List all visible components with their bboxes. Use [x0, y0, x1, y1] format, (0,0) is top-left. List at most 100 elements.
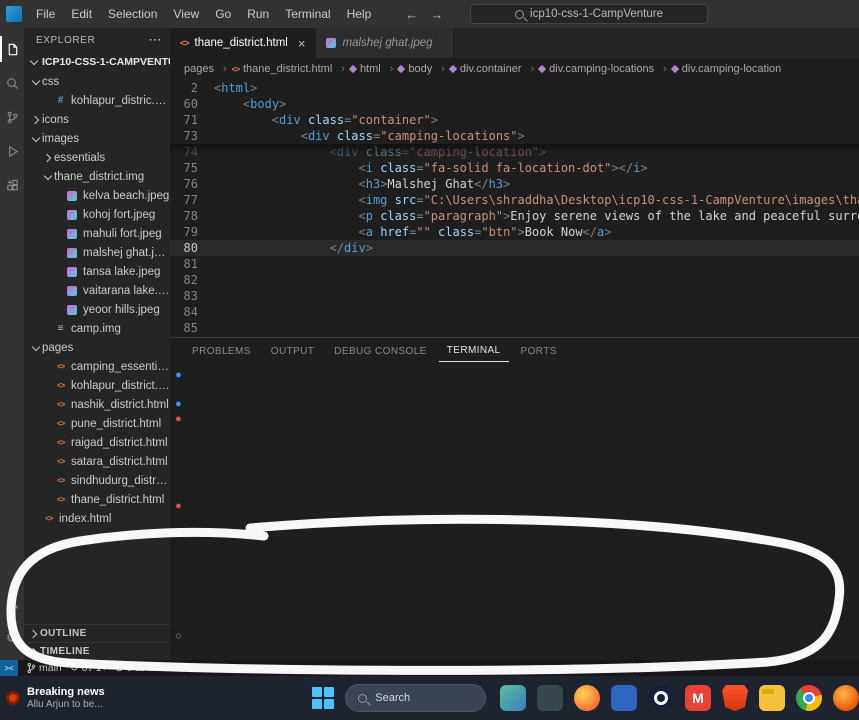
editor-tab[interactable]: thane_district.html ×	[170, 28, 316, 58]
search-sidebar-icon[interactable]	[0, 66, 24, 100]
sidebar-section-header[interactable]: TIMELINE	[24, 642, 170, 660]
tree-item[interactable]: icons	[24, 110, 170, 129]
tree-item[interactable]: thane_district.img	[24, 167, 170, 186]
tree-item[interactable]: images	[24, 129, 170, 148]
panel-tab[interactable]: TERMINAL	[439, 340, 509, 362]
problems-status[interactable]: ⊘ 0 ⚠ 0	[115, 662, 154, 674]
tree-item[interactable]: tansa lake.jpeg	[24, 262, 170, 281]
taskbar-app-icon[interactable]	[500, 685, 526, 711]
taskbar-app-icon[interactable]	[611, 685, 637, 711]
code-line[interactable]: 71 <div class="container">	[170, 112, 859, 128]
tree-item[interactable]: vaitarana lake.jpeg	[24, 281, 170, 300]
code-line[interactable]: 76 <h3>Malshej Ghat</h3>	[170, 176, 859, 192]
code-line[interactable]: 81	[170, 256, 859, 272]
tree-item[interactable]: mahuli fort.jpeg	[24, 224, 170, 243]
code-line[interactable]: 60 <body>	[170, 96, 859, 112]
breadcrumb-item[interactable]: div.container	[450, 63, 539, 75]
taskbar-app-icon[interactable]	[574, 685, 600, 711]
code-line[interactable]: 75 <i class="fa-solid fa-location-dot"><…	[170, 160, 859, 176]
code-line[interactable]: 79 <a href="" class="btn">Book Now</a>	[170, 224, 859, 240]
taskbar-app-icon[interactable]	[722, 685, 748, 711]
breadcrumb-item[interactable]: div.camping-location	[672, 63, 781, 75]
tree-item[interactable]: yeoor hills.jpeg	[24, 300, 170, 319]
editor-tab[interactable]: malshej ghat.jpeg	[316, 28, 453, 58]
tree-item[interactable]: sindhudurg_district...	[24, 471, 170, 490]
breadcrumb-item[interactable]: thane_district.html	[232, 63, 350, 75]
menu-item[interactable]: Run	[239, 0, 277, 28]
tree-item[interactable]: kohlapur_distric.css	[24, 91, 170, 110]
tree-item[interactable]: pages	[24, 338, 170, 357]
tree-item[interactable]: thane_district.html	[24, 490, 170, 509]
tree-item[interactable]: index.html	[24, 509, 170, 528]
source-control-icon[interactable]	[0, 100, 24, 134]
taskbar-app-icon[interactable]	[796, 685, 822, 711]
tree-item[interactable]: raigad_district.html	[24, 433, 170, 452]
menu-item[interactable]: File	[28, 0, 63, 28]
tree-item[interactable]: camp.img	[24, 319, 170, 338]
tab-close-icon[interactable]: ×	[298, 36, 306, 51]
taskbar-search[interactable]: Search	[345, 684, 486, 712]
menu-item[interactable]: Edit	[63, 0, 100, 28]
tree-item[interactable]: malshej ghat.jpeg	[24, 243, 170, 262]
explorer-more-actions-icon[interactable]: ⋯	[148, 32, 162, 48]
tree-item[interactable]: camping_essentials...	[24, 357, 170, 376]
tree-item[interactable]: kohoj fort.jpeg	[24, 205, 170, 224]
tree-item[interactable]: css	[24, 72, 170, 91]
taskbar-app-icon[interactable]	[648, 685, 674, 711]
breadcrumb-item[interactable]: pages	[184, 63, 232, 75]
settings-gear-icon[interactable]: ⚙	[0, 620, 24, 654]
sync-status[interactable]: ↻ 0↓ 1↑	[70, 662, 107, 674]
project-root-folder[interactable]: ICP10-CSS-1-CAMPVENTU...	[24, 52, 170, 72]
taskbar-app-icon[interactable]	[685, 685, 711, 711]
remote-indicator-button[interactable]: ><	[0, 660, 18, 676]
panel-tab[interactable]: PROBLEMS	[184, 341, 259, 362]
tree-item[interactable]: kohlapur_district.html	[24, 376, 170, 395]
tree-chevron-icon	[42, 171, 54, 183]
menu-item[interactable]: Terminal	[277, 0, 338, 28]
menu-item[interactable]: Help	[339, 0, 380, 28]
taskbar-app-icon[interactable]	[537, 685, 563, 711]
command-center-search[interactable]: icp10-css-1-CampVenture	[470, 4, 708, 24]
code-line[interactable]: 85	[170, 320, 859, 336]
code-line[interactable]: 80 </div>	[170, 240, 859, 256]
account-icon[interactable]	[0, 586, 24, 620]
tree-item[interactable]: nashik_district.html	[24, 395, 170, 414]
code-line[interactable]: 84	[170, 304, 859, 320]
code-editor[interactable]: 2 <html> 60 <body> 71 <div class="contai…	[170, 80, 859, 337]
code-line[interactable]: 73 <div class="camping-locations">	[170, 128, 859, 144]
tree-item[interactable]: essentials	[24, 148, 170, 167]
panel-tab[interactable]: PORTS	[513, 341, 565, 362]
nav-back-icon[interactable]: ←	[405, 7, 418, 22]
news-widget[interactable]: Breaking news Allu Arjun to be...	[0, 686, 144, 711]
sidebar-section-header[interactable]: OUTLINE	[24, 624, 170, 642]
code-line[interactable]: 78 <p class="paragraph">Enjoy serene vie…	[170, 208, 859, 224]
code-line[interactable]: 83	[170, 288, 859, 304]
file-type-icon	[54, 457, 67, 466]
breadcrumb-item[interactable]: div.camping-locations	[539, 63, 672, 75]
start-button[interactable]	[310, 685, 335, 711]
tree-item[interactable]: kelva beach.jpeg	[24, 186, 170, 205]
run-debug-icon[interactable]	[0, 134, 24, 168]
code-line[interactable]: 2 <html>	[170, 80, 859, 96]
panel-tab[interactable]: OUTPUT	[263, 341, 323, 362]
panel-tab[interactable]: DEBUG CONSOLE	[326, 341, 434, 362]
nav-forward-icon[interactable]: →	[430, 7, 443, 22]
extensions-icon[interactable]	[0, 168, 24, 202]
taskbar-app-icon[interactable]	[759, 685, 785, 711]
menu-item[interactable]: View	[165, 0, 207, 28]
terminal[interactable]: PS C:\Users\shraddha\Desktop\icp10-css-1…	[170, 364, 859, 644]
tree-item[interactable]: pune_district.html	[24, 414, 170, 433]
breadcrumb-item[interactable]: body	[398, 63, 450, 75]
code-line[interactable]: 77 <img src="C:\Users\shraddha\Desktop\i…	[170, 192, 859, 208]
breadcrumb: pages thane_district.html html body div.…	[170, 58, 859, 80]
code-line[interactable]: 74 <div class="camping-location">	[170, 144, 859, 160]
git-branch-status[interactable]: main	[26, 662, 62, 674]
code-line[interactable]: 82	[170, 272, 859, 288]
explorer-icon[interactable]	[0, 32, 24, 66]
tree-item-label: kelva beach.jpeg	[83, 190, 169, 202]
taskbar-app-icon[interactable]	[833, 685, 859, 711]
breadcrumb-item[interactable]: html	[350, 63, 398, 75]
tree-item[interactable]: satara_district.html	[24, 452, 170, 471]
menu-item[interactable]: Selection	[100, 0, 165, 28]
menu-item[interactable]: Go	[207, 0, 239, 28]
